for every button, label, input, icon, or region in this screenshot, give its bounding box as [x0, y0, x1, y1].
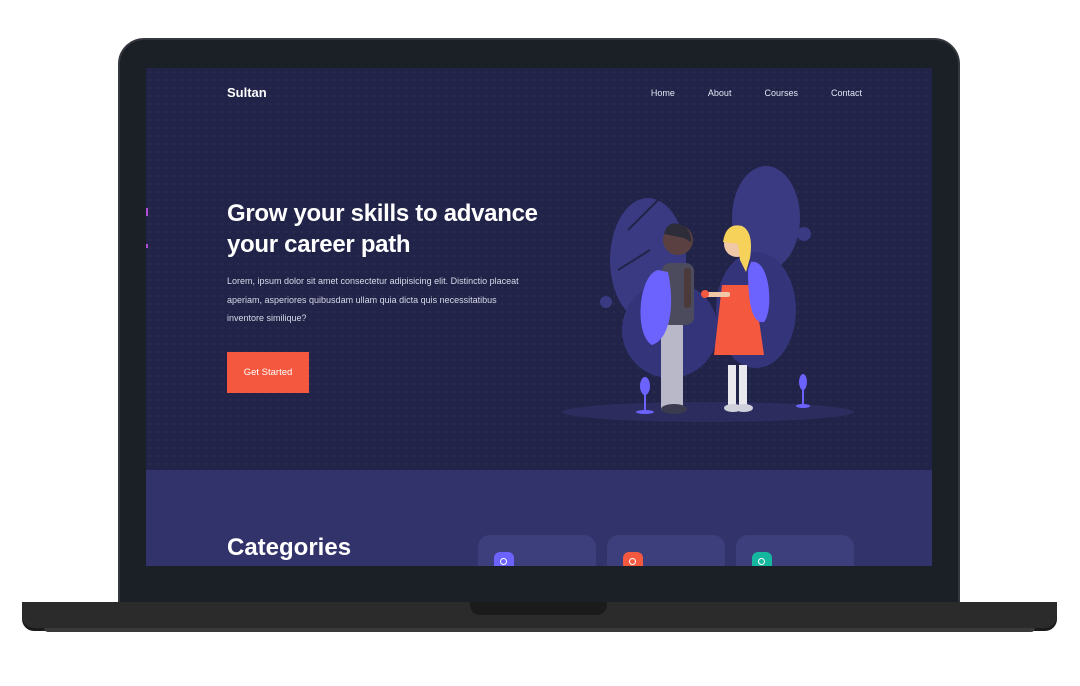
laptop-notch	[470, 602, 607, 615]
book-icon	[623, 552, 643, 566]
book-icon	[752, 552, 772, 566]
hero-title: Grow your skills to advance your career …	[227, 198, 557, 260]
nav-link-about[interactable]: About	[708, 88, 732, 98]
brand-logo[interactable]: Sultan	[227, 85, 267, 100]
main-nav: Home About Courses Contact	[618, 88, 862, 98]
category-card[interactable]	[607, 535, 725, 566]
categories-title: Categories	[227, 534, 352, 561]
hero-section: Sultan Home About Courses Contact Grow y…	[146, 68, 932, 470]
nav-link-courses[interactable]: Courses	[764, 88, 798, 98]
book-icon	[494, 552, 514, 566]
nav-link-contact[interactable]: Contact	[831, 88, 862, 98]
side-scroll-marker	[146, 244, 148, 248]
category-card[interactable]	[478, 535, 596, 566]
category-card[interactable]	[736, 535, 854, 566]
hero-title-line1: Grow your skills to advance	[227, 200, 538, 227]
laptop-base-foot	[44, 628, 1035, 632]
hero-description: Lorem, ipsum dolor sit amet consectetur …	[227, 276, 519, 323]
laptop-screen: Sultan Home About Courses Contact Grow y…	[146, 68, 932, 566]
categories-section: Categories	[146, 470, 932, 566]
hero-title-line2: your career path	[227, 231, 411, 258]
students-illustration	[562, 166, 854, 422]
side-scroll-marker	[146, 208, 148, 216]
get-started-button[interactable]: Get Started	[227, 352, 309, 393]
nav-link-home[interactable]: Home	[651, 88, 675, 98]
